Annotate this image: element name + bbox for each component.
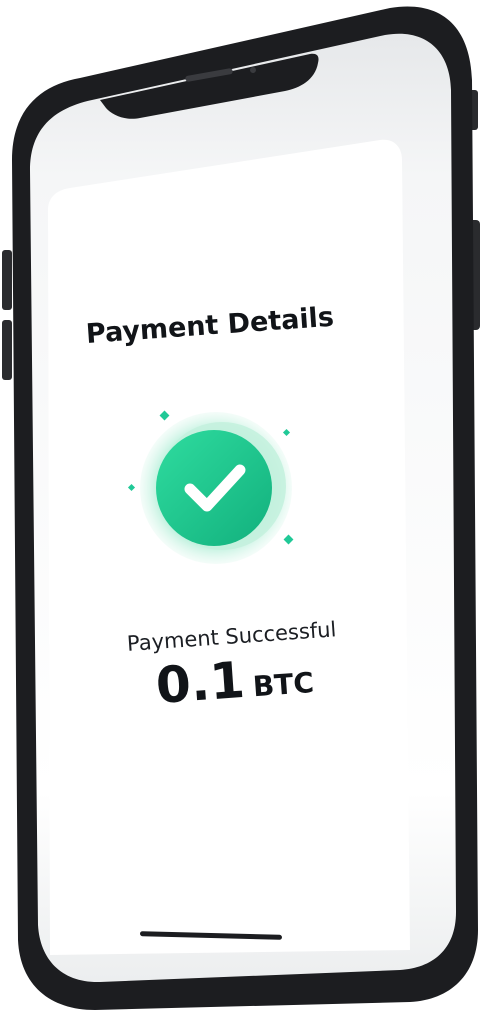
amount-value: 0.1 [154, 650, 247, 715]
phone-mockup: Payment Details Payment Successful 0.1 BT… [0, 0, 489, 1016]
volume-down-button [2, 320, 12, 380]
payment-details-screen: Payment Details Payment Successful 0.1 BT… [56, 260, 389, 760]
front-camera [250, 67, 256, 73]
page-title: Payment Details [84, 301, 335, 350]
volume-up-button [2, 250, 12, 310]
amount-unit: BTC [251, 666, 315, 704]
